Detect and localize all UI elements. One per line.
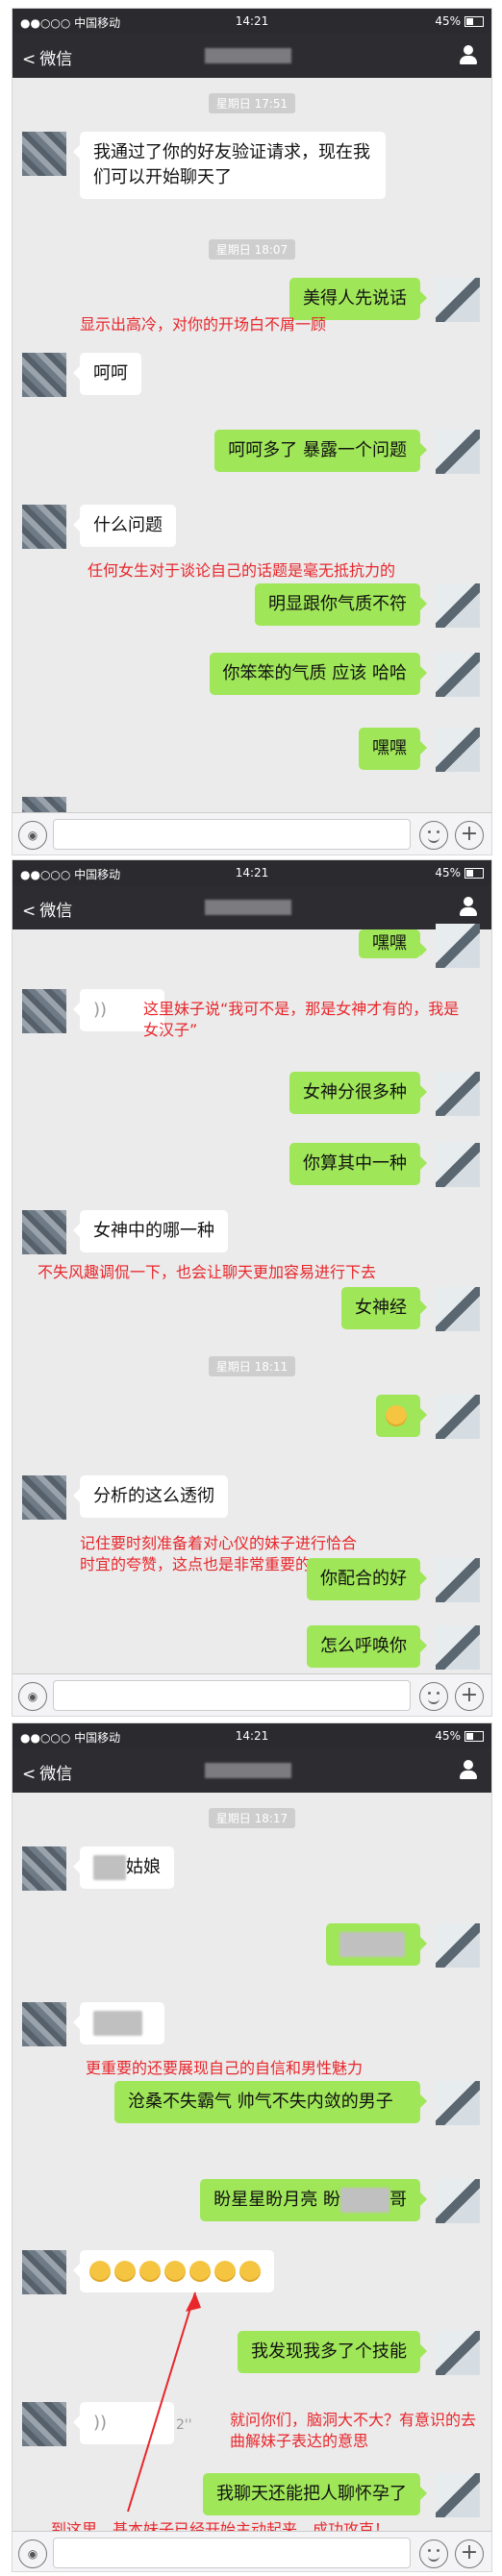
emoji-icon[interactable] <box>419 821 448 850</box>
avatar[interactable] <box>436 1143 480 1187</box>
emoji-message[interactable] <box>376 1395 427 1437</box>
plus-icon[interactable]: + <box>455 821 484 850</box>
avatar[interactable] <box>22 132 66 176</box>
avatar[interactable] <box>436 924 480 968</box>
nav-bar: < 微信 <box>13 885 491 929</box>
battery-icon <box>464 16 484 27</box>
message-bubble[interactable]: 你笨笨的气质 应该 哈哈 <box>209 653 428 695</box>
avatar[interactable] <box>436 1558 480 1602</box>
voice-icon[interactable]: ◉ <box>18 1682 47 1711</box>
chat-screenshot-2: ●●○○○ 中国移动 14:21 45% < 微信 嘿嘿 )) 这里妹子说“我可不… <box>12 859 492 1717</box>
chat-title-blurred <box>205 900 291 915</box>
message-bubble[interactable]: 你配合的好 <box>307 1558 427 1600</box>
avatar[interactable] <box>436 728 480 772</box>
avatar[interactable] <box>436 1395 480 1439</box>
status-time: 14:21 <box>235 14 269 28</box>
message-input[interactable] <box>53 1680 411 1711</box>
nav-bar: < 微信 <box>13 34 491 78</box>
message-bubble[interactable]: 什么问题 <box>73 505 176 547</box>
avatar[interactable] <box>436 278 480 322</box>
annotation: 不失风趣调侃一下，也会让聊天更加容易进行下去 <box>38 1263 377 1281</box>
timestamp: 星期日 17:51 <box>13 93 491 113</box>
voice-icon[interactable]: ◉ <box>18 821 47 850</box>
avatar[interactable] <box>436 430 480 474</box>
plus-icon[interactable]: + <box>455 1682 484 1711</box>
input-bar: ◉ + <box>13 2531 491 2571</box>
back-label: 微信 <box>39 50 73 69</box>
avatar[interactable] <box>22 1210 66 1254</box>
message-bubble[interactable]: 我通过了你的好友验证请求，现在我们可以开始聊天了 <box>73 132 386 199</box>
input-bar: ◉ + <box>13 812 491 855</box>
message-bubble[interactable]: 明显跟你气质不符 <box>255 583 427 626</box>
message-bubble[interactable]: 女神中的哪一种 <box>73 1210 228 1252</box>
message-bubble[interactable]: 女神经 <box>341 1287 427 1329</box>
message-bubble[interactable]: 嘿嘿 <box>359 929 427 958</box>
annotation: 任何女生对于谈论自己的话题是毫无抵抗力的 <box>88 561 396 580</box>
person-icon[interactable] <box>459 897 478 916</box>
avatar[interactable] <box>436 1287 480 1331</box>
page: ●●○○○ 中国移动 14:21 45% < 微信 星期日 17:51 我通过了你… <box>0 0 502 2576</box>
status-time: 14:21 <box>235 866 269 879</box>
avatar[interactable] <box>22 989 66 1033</box>
chat-screenshot-3: ●●○○○ 中国移动 14:21 45% <微信 星期日 18:17 ■■姑娘 … <box>12 1722 492 2572</box>
emoji-icon[interactable] <box>419 2539 448 2568</box>
battery-percent: 45% <box>435 866 461 879</box>
avatar[interactable] <box>436 1625 480 1670</box>
person-icon[interactable] <box>459 45 478 64</box>
chat-title-blurred <box>205 48 291 63</box>
status-bar: ●●○○○ 中国移动 14:21 45% <box>13 9 491 34</box>
message-bubble[interactable]: 呵呵多了 暴露一个问题 <box>214 430 427 472</box>
chevron-left-icon: < <box>22 50 37 69</box>
chat-screenshot-1: ●●○○○ 中国移动 14:21 45% < 微信 星期日 17:51 我通过了你… <box>12 8 492 855</box>
message-input[interactable] <box>53 2538 411 2568</box>
avatar[interactable] <box>436 1072 480 1116</box>
message-bubble[interactable]: 分析的这么透彻 <box>73 1475 228 1518</box>
emoji-icon[interactable] <box>419 1682 448 1711</box>
annotation: 显示出高冷，对你的开场白不屑一顾 <box>80 315 327 334</box>
message-bubble[interactable]: 女神分很多种 <box>289 1072 427 1114</box>
message-bubble[interactable]: 你算其中一种 <box>289 1143 427 1185</box>
voice-icon[interactable]: ◉ <box>18 2539 47 2568</box>
battery-percent: 45% <box>435 14 461 28</box>
timestamp: 星期日 18:07 <box>13 239 491 260</box>
avatar[interactable] <box>22 353 66 397</box>
annotation-arrow <box>127 2291 201 2513</box>
plus-icon[interactable]: + <box>455 2539 484 2568</box>
back-label: 微信 <box>39 902 73 921</box>
avatar[interactable] <box>436 583 480 628</box>
battery-icon <box>464 868 484 879</box>
chevron-left-icon: < <box>22 902 37 921</box>
back-button[interactable]: < 微信 <box>22 897 72 921</box>
message-bubble[interactable]: 呵呵 <box>73 353 141 395</box>
message-input[interactable] <box>53 819 411 850</box>
avatar[interactable] <box>22 505 66 549</box>
back-button[interactable]: < 微信 <box>22 45 72 69</box>
message-bubble[interactable]: 怎么呼唤你 <box>307 1625 427 1668</box>
timestamp: 星期日 18:11 <box>13 1356 491 1376</box>
smile-emoji-icon <box>386 1405 407 1426</box>
annotation: 这里妹子说“我可不是，那是女神才有的，我是女汉子” <box>143 1000 460 1039</box>
avatar[interactable] <box>436 653 480 697</box>
input-bar: ◉ + <box>13 1673 491 1716</box>
message-bubble[interactable]: 嘿嘿 <box>359 728 427 770</box>
avatar[interactable] <box>22 1475 66 1520</box>
status-bar: ●●○○○ 中国移动 14:21 45% <box>13 860 491 885</box>
